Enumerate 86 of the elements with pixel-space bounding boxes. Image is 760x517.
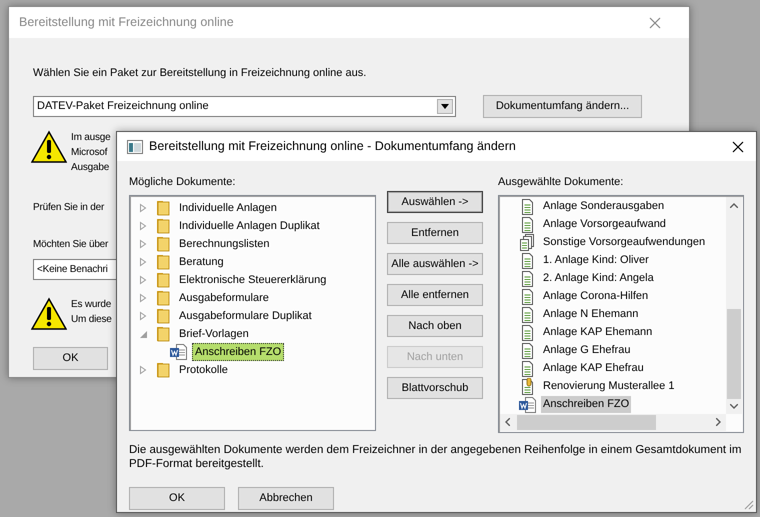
expand-icon[interactable] [138,274,148,284]
expand-icon[interactable] [138,202,148,212]
document-icon [519,396,537,414]
expand-icon[interactable] [138,220,148,230]
scroll-right-icon [716,418,721,426]
tree-item[interactable]: Beratung [176,252,227,270]
list-label: Mögliche Dokumente: [129,175,236,190]
document-icon [519,234,537,252]
tree-item[interactable]: Berechnungslisten [176,234,273,252]
tree-item[interactable]: Anschreiben FZO [192,342,284,360]
expand-icon[interactable] [138,256,148,266]
list-item[interactable]: 1. Anlage Kind: Oliver [541,252,651,269]
list-item[interactable]: Anlage Sonderausgaben [541,198,666,215]
list-item[interactable]: Anlage G Ehefrau [541,342,632,359]
close-icon [649,16,661,28]
close-icon [732,140,744,152]
action-button[interactable]: Alle entfernen [387,284,483,306]
folder-icon [154,360,172,378]
list-item[interactable]: Anlage Vorsorgeaufwand [541,216,668,233]
tree-item[interactable]: Ausgabeformulare [176,288,272,306]
action-button[interactable]: Entfernen [387,222,483,244]
action-button[interactable]: Auswählen -> [387,191,483,213]
warning-text: Um diese [71,312,112,326]
tree-item[interactable]: Elektronische Steuererklärung [176,270,330,288]
folder-icon [154,198,172,216]
tree-item[interactable]: Brief-Vorlagen [176,324,252,342]
scroll-left-icon [505,418,510,426]
folder-icon [154,270,172,288]
package-select[interactable]: DATEV-Paket Freizeichnung online [33,96,456,116]
list-item[interactable]: Anlage KAP Ehefrau [541,360,646,377]
ok-button[interactable]: OK [129,486,225,510]
expand-icon[interactable] [138,364,148,374]
ok-button[interactable]: OK [33,346,108,370]
warning-text: Microsof [71,146,108,160]
resize-grip-icon [742,498,754,510]
select-value: <Keine Benachri [37,262,108,276]
list-item[interactable]: Sonstige Vorsorgeaufwendungen [541,234,708,251]
question-text: Möchten Sie über [33,238,108,252]
folder-icon [154,234,172,252]
tree-item[interactable]: Individuelle Anlagen Duplikat [176,216,323,234]
warning-text: Im ausge [71,130,111,144]
warning-text: Ausgabe [71,160,110,174]
vertical-scrollbar[interactable] [726,196,742,414]
select-value: DATEV-Paket Freizeichnung online [37,98,209,114]
collapse-icon[interactable] [138,328,148,338]
action-button[interactable]: Blattvorschub [387,377,483,399]
list-item[interactable]: 2. Anlage Kind: Angela [541,270,656,287]
folder-icon [154,306,172,324]
tree-item[interactable]: Ausgabeformulare Duplikat [176,306,315,324]
selected-list[interactable] [498,194,744,432]
tree-item[interactable]: Protokolle [176,360,231,378]
note-text: Die ausgewählten Dokumente werden dem Freizeichner in der angegebenen Reihenfolge in einem Gesamtdokument im PDF-Format bereitgestellt. [129,442,742,470]
prompt-text: Wählen Sie ein Paket zur Bereitstellung in Freizeichnung online aus. [33,66,366,81]
scroll-down-icon [730,404,738,408]
list-item[interactable]: Anlage KAP Ehemann [541,324,654,341]
list-item[interactable]: Anlage N Ehemann [541,306,640,323]
horizontal-scrollbar[interactable] [500,414,726,430]
list-item[interactable]: Anschreiben FZO [541,396,632,413]
expand-icon[interactable] [138,310,148,320]
folder-icon [154,288,172,306]
scrollbar-thumb[interactable] [727,308,741,398]
document-icon [170,342,188,360]
expand-icon[interactable] [138,238,148,248]
scrollbar-thumb[interactable] [517,414,656,430]
list-item[interactable]: Renovierung Musterallee 1 [541,378,676,395]
cancel-button[interactable]: Abbrechen [238,486,334,510]
folder-icon [154,324,172,342]
instruction-text: Prüfen Sie in der [33,200,104,214]
dropdown-icon [441,104,449,108]
scroll-up-icon [730,202,738,208]
scope-button[interactable]: Dokumentumfang ändern... [483,94,642,118]
folder-icon [154,216,172,234]
folder-icon [154,252,172,270]
window-title: Bereitstellung mit Freizeichnung online [19,14,234,32]
list-label: Ausgewählte Dokumente: [498,175,624,190]
action-button[interactable]: Alle auswählen -> [387,253,483,275]
action-button[interactable]: Nach oben [387,315,483,337]
warning-text: Es wurde [71,298,112,312]
warning-icon [31,130,67,164]
window-icon [127,140,143,154]
window-title: Bereitstellung mit Freizeichnung online - Dokumentumfang ändern [149,138,516,156]
expand-icon[interactable] [138,292,148,302]
tree-item[interactable]: Individuelle Anlagen [176,198,280,216]
document-tree[interactable]: Individuelle Anlagen Individuelle Anlagen Duplikat Berechnungslisten Beratung Elektronische Steuererklärung Ausgabeformulare Ausgabeformulare Duplikat Brief-Vorlagen Anschreiben FZO Protokolle [129,194,376,430]
warning-icon [31,296,67,330]
list-item[interactable]: Anlage Corona-Hilfen [541,288,650,305]
